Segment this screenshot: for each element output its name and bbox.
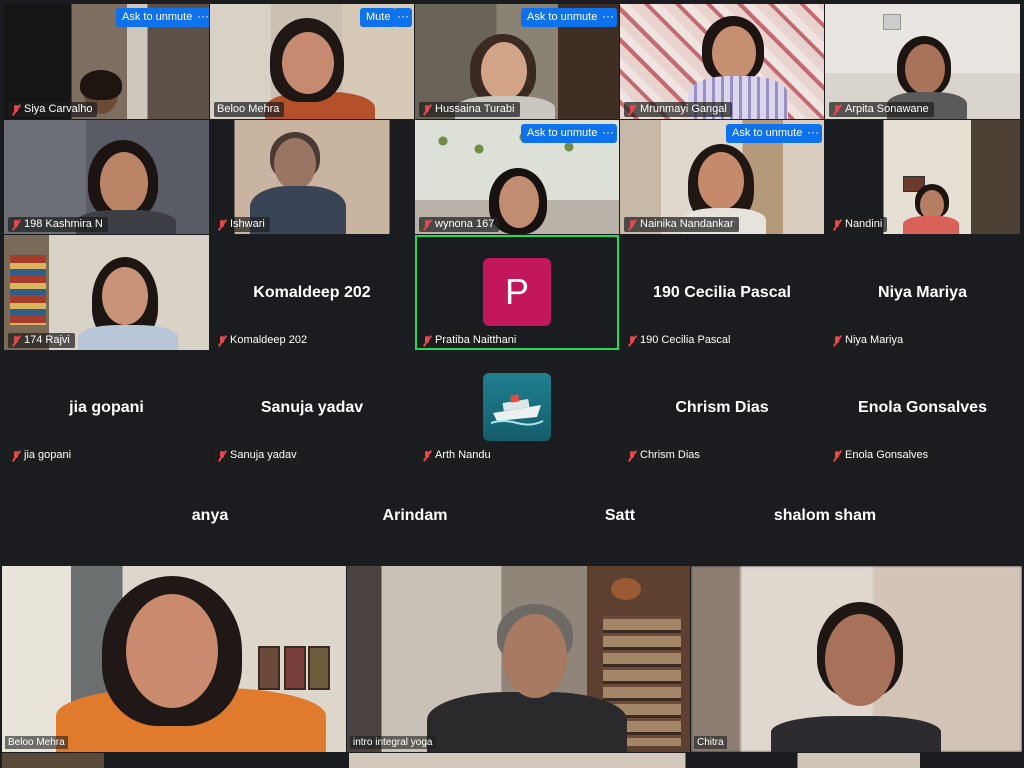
participant-name-tag: Enola Gonsalves	[829, 448, 934, 463]
video-tile-174-rajvi[interactable]: 174 Rajvi	[4, 235, 209, 350]
video-tile-arpita-sonawane[interactable]: Arpita Sonawane	[825, 4, 1020, 119]
video-tile-komaldeep-202[interactable]: Komaldeep 202 Komaldeep 202	[210, 235, 414, 350]
video-tile-partial	[2, 753, 1022, 768]
video-tile-siya-carvalho[interactable]: Ask to unmute ··· Siya Carvalho	[4, 4, 209, 119]
mic-off-icon	[217, 335, 227, 347]
more-options-button[interactable]: ···	[599, 8, 617, 27]
more-options-button[interactable]: ···	[194, 8, 209, 27]
avatar: P	[483, 258, 551, 326]
ask-to-unmute-button[interactable]: Ask to unmute	[116, 8, 199, 27]
video-tile-chrism-dias[interactable]: Chrism Dias Chrism Dias	[620, 350, 824, 465]
participant-name-tag: Sanuja yadav	[214, 448, 302, 463]
mute-button[interactable]: Mute	[360, 8, 397, 27]
participant-display-name: Niya Mariya	[878, 283, 967, 301]
participant-name-tag: Beloo Mehra	[214, 102, 285, 117]
mic-off-icon	[627, 450, 637, 462]
participant-display-name: 190 Cecilia Pascal	[653, 283, 791, 301]
participant-name-tag: Nandini	[829, 217, 888, 232]
participant-name-tag: Arth Nandu	[419, 448, 496, 463]
video-tile-wynona-167[interactable]: Ask to unmute ··· wynona 167	[415, 120, 619, 234]
participant-name-tag: 198 Kashmira N	[8, 217, 108, 232]
mic-off-icon	[11, 104, 21, 116]
more-options-button[interactable]: ···	[804, 124, 822, 143]
participant-name-tag: wynona 167	[419, 217, 500, 232]
participant-name-tag: Hussaina Turabi	[419, 102, 520, 117]
mic-off-icon	[422, 104, 432, 116]
video-tile-beloo-mehra[interactable]: Mute ··· Beloo Mehra	[210, 4, 414, 119]
mic-off-icon	[11, 335, 21, 347]
mic-off-icon	[422, 219, 432, 231]
participant-display-name: Chrism Dias	[675, 398, 769, 416]
participant-display-name: anya	[191, 507, 229, 524]
mic-off-icon	[422, 450, 432, 462]
participant-name-tag: Nainika Nandankar	[624, 217, 739, 232]
mic-off-icon	[832, 450, 842, 462]
participant-display-name: jia gopani	[69, 398, 144, 416]
video-tile-hussaina-turabi[interactable]: Ask to unmute ··· Hussaina Turabi	[415, 4, 619, 119]
ask-to-unmute-button[interactable]: Ask to unmute	[726, 124, 809, 143]
participant-display-name: Satt	[604, 507, 636, 524]
video-tile-198-kashmira-n[interactable]: 198 Kashmira N	[4, 120, 209, 234]
video-tile-jia-gopani[interactable]: jia gopani jia gopani	[4, 350, 209, 465]
participant-name-tag: Siya Carvalho	[8, 102, 98, 117]
participant-name-tag: Komaldeep 202	[214, 333, 313, 348]
participant-display-name: Komaldeep 202	[253, 283, 371, 301]
video-tile-intro-integral-yoga[interactable]: intro integral yoga	[347, 566, 690, 752]
mic-off-icon	[11, 219, 21, 231]
mic-off-icon	[627, 335, 637, 347]
participant-name-tag: Chrism Dias	[624, 448, 705, 463]
mic-off-icon	[217, 219, 227, 231]
participant-name-tag: Arpita Sonawane	[829, 102, 934, 117]
participant-display-name: Arindam	[382, 507, 448, 524]
participant-name-tag: 190 Cecilia Pascal	[624, 333, 736, 348]
video-tile-anya[interactable]: anya	[108, 466, 312, 566]
mic-off-icon	[832, 104, 842, 116]
ship-avatar-icon	[483, 373, 551, 441]
mic-off-icon	[627, 104, 637, 116]
participant-name-tag: Ishwari	[214, 217, 270, 232]
participant-name-tag: jia gopani	[8, 448, 77, 463]
ask-to-unmute-button[interactable]: Ask to unmute	[521, 8, 604, 27]
video-tile-ishwari[interactable]: Ishwari	[210, 120, 414, 234]
video-tile-pratiba-naitthani[interactable]: P Pratiba Naitthani	[415, 235, 619, 350]
video-tile-nainika-nandankar[interactable]: Ask to unmute ··· Nainika Nandankar	[620, 120, 824, 234]
video-tile-mrunmayi-gangal[interactable]: Mrunmayi Gangal	[620, 4, 824, 119]
video-tile-satt[interactable]: Satt	[518, 466, 722, 566]
mic-off-icon	[422, 335, 432, 347]
mic-off-icon	[11, 450, 21, 462]
video-tile-beloo-mehra-large[interactable]: Beloo Mehra	[2, 566, 346, 752]
participant-name-tag: Pratiba Naitthani	[419, 333, 522, 348]
ask-to-unmute-button[interactable]: Ask to unmute	[521, 124, 604, 143]
video-tile-arth-nandu[interactable]: Arth Nandu	[415, 350, 619, 465]
participant-name-tag: 174 Rajvi	[8, 333, 75, 348]
participant-name-tag: Beloo Mehra	[5, 736, 68, 749]
participant-name-tag: Niya Mariya	[829, 333, 909, 348]
video-tile-chitra[interactable]: Chitra	[691, 566, 1022, 752]
participant-display-name: Enola Gonsalves	[858, 398, 987, 416]
video-tile-shalom-sham[interactable]: shalom sham	[723, 466, 927, 566]
participant-name-tag: intro integral yoga	[350, 736, 436, 749]
mic-off-icon	[832, 219, 842, 231]
mic-off-icon	[832, 335, 842, 347]
more-options-button[interactable]: ···	[599, 124, 617, 143]
mic-off-icon	[217, 450, 227, 462]
more-options-button[interactable]: ···	[394, 8, 412, 27]
participant-name-tag: Chitra	[694, 736, 727, 749]
participant-name-tag: Mrunmayi Gangal	[624, 102, 732, 117]
video-tile-niya-mariya[interactable]: Niya Mariya Niya Mariya	[825, 235, 1020, 350]
mic-off-icon	[627, 219, 637, 231]
video-tile-nandini[interactable]: Nandini	[825, 120, 1020, 234]
participant-display-name: shalom sham	[773, 507, 877, 524]
participant-display-name: Sanuja yadav	[260, 398, 364, 416]
video-tile-arindam[interactable]: Arindam	[313, 466, 517, 566]
video-tile-190-cecilia-pascal[interactable]: 190 Cecilia Pascal 190 Cecilia Pascal	[620, 235, 824, 350]
video-tile-enola-gonsalves[interactable]: Enola Gonsalves Enola Gonsalves	[825, 350, 1020, 465]
video-tile-sanuja-yadav[interactable]: Sanuja yadav Sanuja yadav	[210, 350, 414, 465]
